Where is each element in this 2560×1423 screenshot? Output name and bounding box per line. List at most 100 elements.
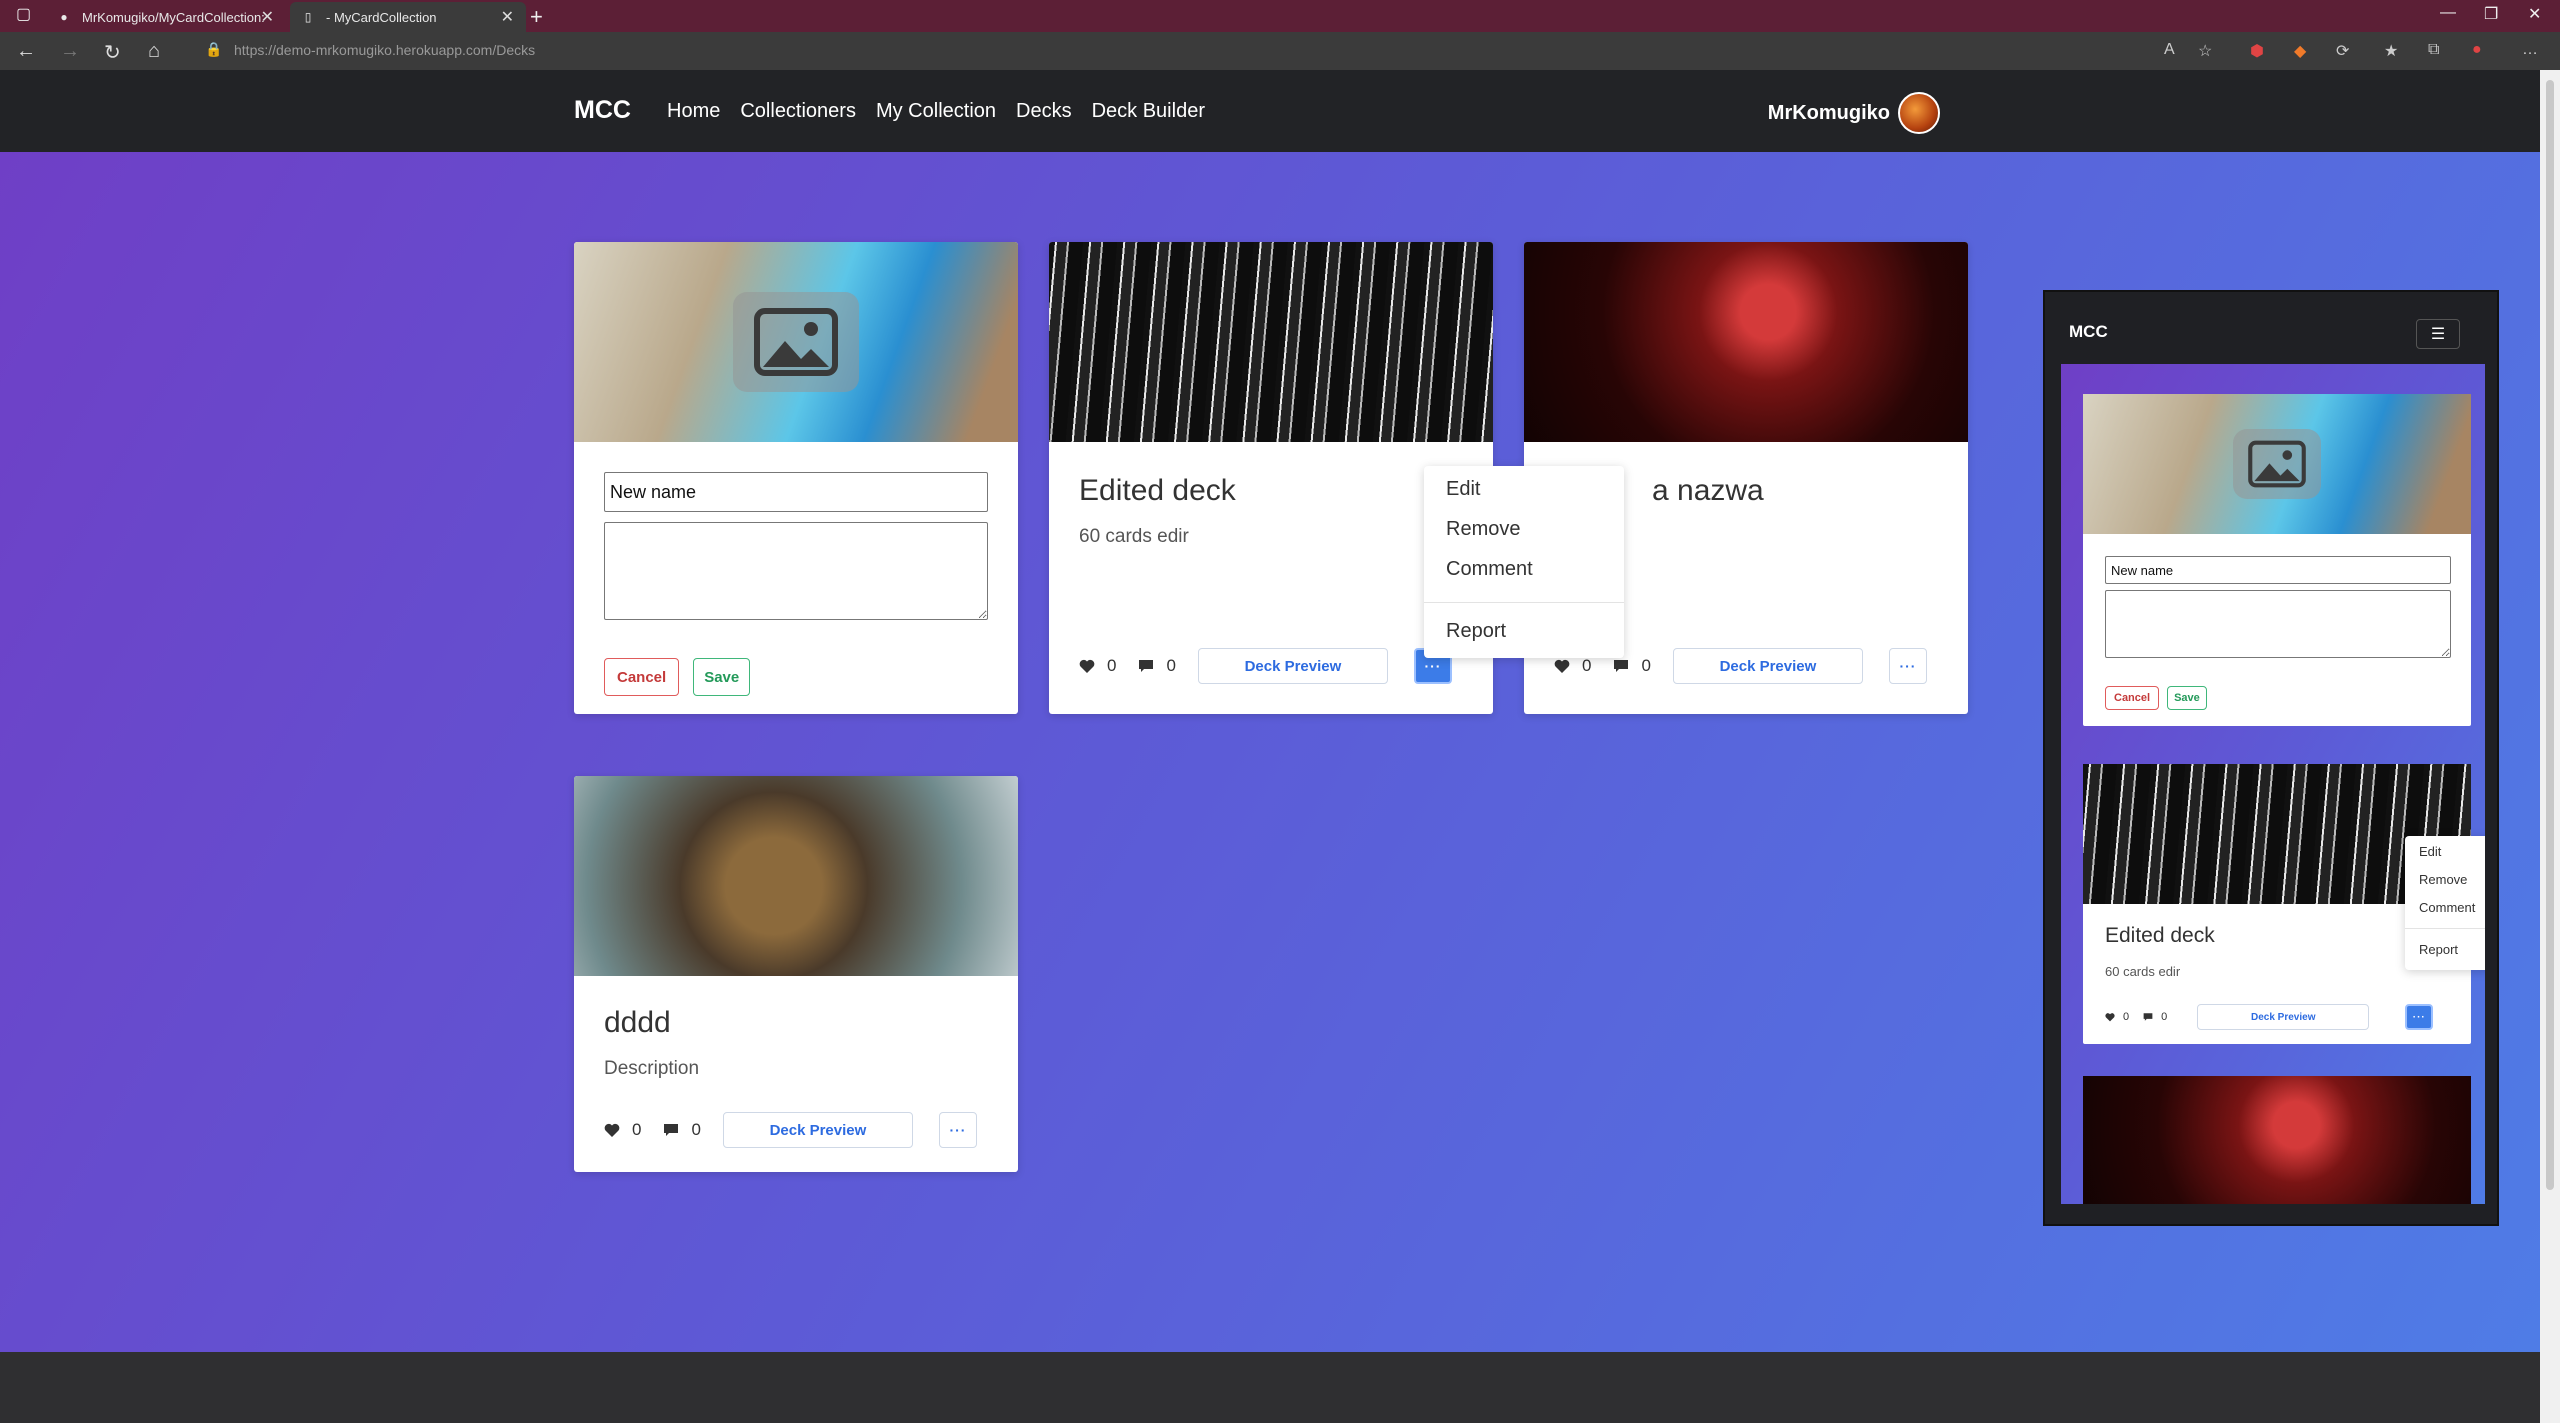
- tab-title: MrKomugiko/MyCardCollection:: [82, 9, 265, 25]
- more-options-button[interactable]: ···: [1888, 648, 1927, 684]
- mobile-deck-card: [2083, 1076, 2471, 1204]
- more-options-button[interactable]: ···: [938, 1112, 977, 1148]
- sync-icon[interactable]: ⟳: [2336, 41, 2349, 61]
- deck-cover-image: [2083, 1076, 2471, 1204]
- deck-name-input[interactable]: [604, 472, 988, 512]
- menu-comment[interactable]: Comment: [2419, 900, 2475, 915]
- comments-value: 0: [2161, 1011, 2168, 1023]
- menu-report[interactable]: Report: [2419, 942, 2458, 957]
- reload-icon[interactable]: ↻: [104, 40, 121, 65]
- tab-github[interactable]: ● MrKomugiko/MyCardCollection: ✕: [46, 2, 286, 32]
- restore-icon[interactable]: ❐: [2484, 4, 2498, 24]
- forward-icon[interactable]: →: [60, 40, 80, 63]
- cancel-button[interactable]: Cancel: [2105, 686, 2160, 710]
- username: MrKomugiko: [1767, 101, 1890, 124]
- menu-remove[interactable]: Remove: [1446, 518, 1520, 541]
- deck-title: dddd: [604, 1006, 671, 1039]
- mobile-deck-card-editing: Cancel Save: [2083, 394, 2471, 726]
- more-options-icon[interactable]: …: [2522, 41, 2538, 59]
- new-tab-icon[interactable]: +: [530, 4, 543, 30]
- deck-description: 60 cards edir: [2105, 964, 2181, 979]
- comments-count[interactable]: 0: [1613, 656, 1651, 676]
- nav-home[interactable]: Home: [667, 100, 720, 123]
- nav-collectioners[interactable]: Collectioners: [740, 100, 856, 123]
- likes-count[interactable]: 0: [2105, 1011, 2129, 1023]
- deck-preview-button[interactable]: Deck Preview: [1672, 648, 1863, 684]
- page-scrollbar[interactable]: [2540, 70, 2560, 1423]
- deck-description-input[interactable]: [604, 522, 988, 620]
- tab-mycardcollection[interactable]: ▯ - MyCardCollection ✕: [290, 2, 526, 32]
- cancel-button[interactable]: Cancel: [604, 658, 680, 696]
- deck-cover-image: [574, 242, 1018, 442]
- url-field[interactable]: https://demo-mrkomugiko.herokuapp.com/De…: [234, 42, 535, 58]
- deck-preview-button[interactable]: Deck Preview: [2197, 1004, 2370, 1030]
- heart-icon: [1079, 659, 1095, 673]
- save-button[interactable]: Save: [2167, 686, 2207, 710]
- address-bar: ← → ↻ ⌂ 🔒 https://demo-mrkomugiko.heroku…: [0, 32, 2560, 70]
- read-aloud-icon[interactable]: A: [2164, 41, 2175, 59]
- deck-description: Description: [604, 1058, 700, 1079]
- browser-tab-bar: ▢ ● MrKomugiko/MyCardCollection: ✕ ▯ - M…: [0, 0, 2560, 32]
- deck-description-input[interactable]: [2105, 590, 2451, 658]
- comment-icon: [1614, 660, 1629, 672]
- comment-icon: [664, 1124, 679, 1136]
- back-icon[interactable]: ←: [16, 40, 36, 63]
- tab-actions-icon[interactable]: ▢: [16, 4, 31, 24]
- deck-preview-button[interactable]: Deck Preview: [722, 1112, 913, 1148]
- avatar: [1898, 92, 1940, 134]
- favorites-icon[interactable]: ★: [2384, 41, 2398, 61]
- profile-icon[interactable]: ●: [2472, 41, 2482, 59]
- image-placeholder-icon: [733, 292, 859, 392]
- likes-count[interactable]: 0: [1554, 656, 1591, 676]
- close-window-icon[interactable]: ✕: [2528, 4, 2541, 24]
- site-brand[interactable]: MCC: [574, 96, 631, 125]
- comments-value: 0: [1166, 656, 1176, 675]
- menu-edit[interactable]: Edit: [2419, 844, 2441, 859]
- likes-count[interactable]: 0: [604, 1120, 641, 1140]
- close-tab-icon[interactable]: ✕: [261, 7, 274, 27]
- nav-my-collection[interactable]: My Collection: [876, 100, 996, 123]
- adblock-icon[interactable]: ⬢: [2250, 41, 2264, 61]
- hamburger-menu-icon[interactable]: ☰: [2416, 319, 2460, 349]
- image-placeholder-icon: [2233, 429, 2321, 499]
- save-button[interactable]: Save: [693, 658, 751, 696]
- likes-count[interactable]: 0: [1079, 656, 1116, 676]
- heart-icon: [2105, 1013, 2115, 1022]
- minimize-icon[interactable]: —: [2440, 4, 2456, 22]
- close-tab-icon[interactable]: ✕: [501, 7, 514, 27]
- mobile-deck-options-menu: Edit Remove Comment Report: [2405, 836, 2485, 970]
- nav-decks[interactable]: Decks: [1016, 100, 1072, 123]
- menu-edit[interactable]: Edit: [1446, 478, 1480, 501]
- favorite-add-icon[interactable]: ☆: [2198, 41, 2212, 61]
- more-options-button[interactable]: ···: [2405, 1004, 2434, 1030]
- deck-cover-image: [1049, 242, 1493, 442]
- likes-value: 0: [2123, 1011, 2130, 1023]
- home-icon[interactable]: ⌂: [148, 40, 160, 63]
- mobile-brand[interactable]: MCC: [2069, 322, 2108, 342]
- scrollbar-thumb[interactable]: [2546, 80, 2554, 1190]
- mobile-preview-panel: MCC ☰ Cancel Save Edited deck 60 cards e…: [2043, 290, 2499, 1226]
- nav-links: Home Collectioners My Collection Decks D…: [667, 100, 1205, 123]
- mobile-screen: Cancel Save Edited deck 60 cards edir 0 …: [2061, 364, 2485, 1204]
- menu-remove[interactable]: Remove: [2419, 872, 2467, 887]
- extension-icon[interactable]: ◆: [2294, 41, 2306, 61]
- url-host: https://demo-mrkomugiko.herokuapp.com: [234, 42, 493, 58]
- user-menu[interactable]: MrKomugiko: [1768, 92, 1940, 134]
- url-path: /Decks: [492, 42, 536, 58]
- mobile-navbar: MCC ☰: [2045, 292, 2497, 362]
- deck-cover-image: [1524, 242, 1968, 442]
- comments-count[interactable]: 0: [1138, 656, 1176, 676]
- comments-count[interactable]: 0: [663, 1120, 701, 1140]
- tab-title: - MyCardCollection: [326, 9, 437, 25]
- nav-deck-builder[interactable]: Deck Builder: [1092, 100, 1205, 123]
- menu-comment[interactable]: Comment: [1446, 558, 1533, 581]
- likes-value: 0: [632, 1120, 642, 1139]
- collections-icon[interactable]: ⧉: [2428, 41, 2439, 59]
- likes-value: 0: [1107, 656, 1117, 675]
- menu-report[interactable]: Report: [1446, 620, 1506, 643]
- deck-preview-button[interactable]: Deck Preview: [1197, 648, 1388, 684]
- lock-icon[interactable]: 🔒: [205, 41, 222, 58]
- comments-count[interactable]: 0: [2143, 1011, 2167, 1023]
- deck-name-input[interactable]: [2105, 556, 2451, 584]
- heart-icon: [1554, 659, 1570, 673]
